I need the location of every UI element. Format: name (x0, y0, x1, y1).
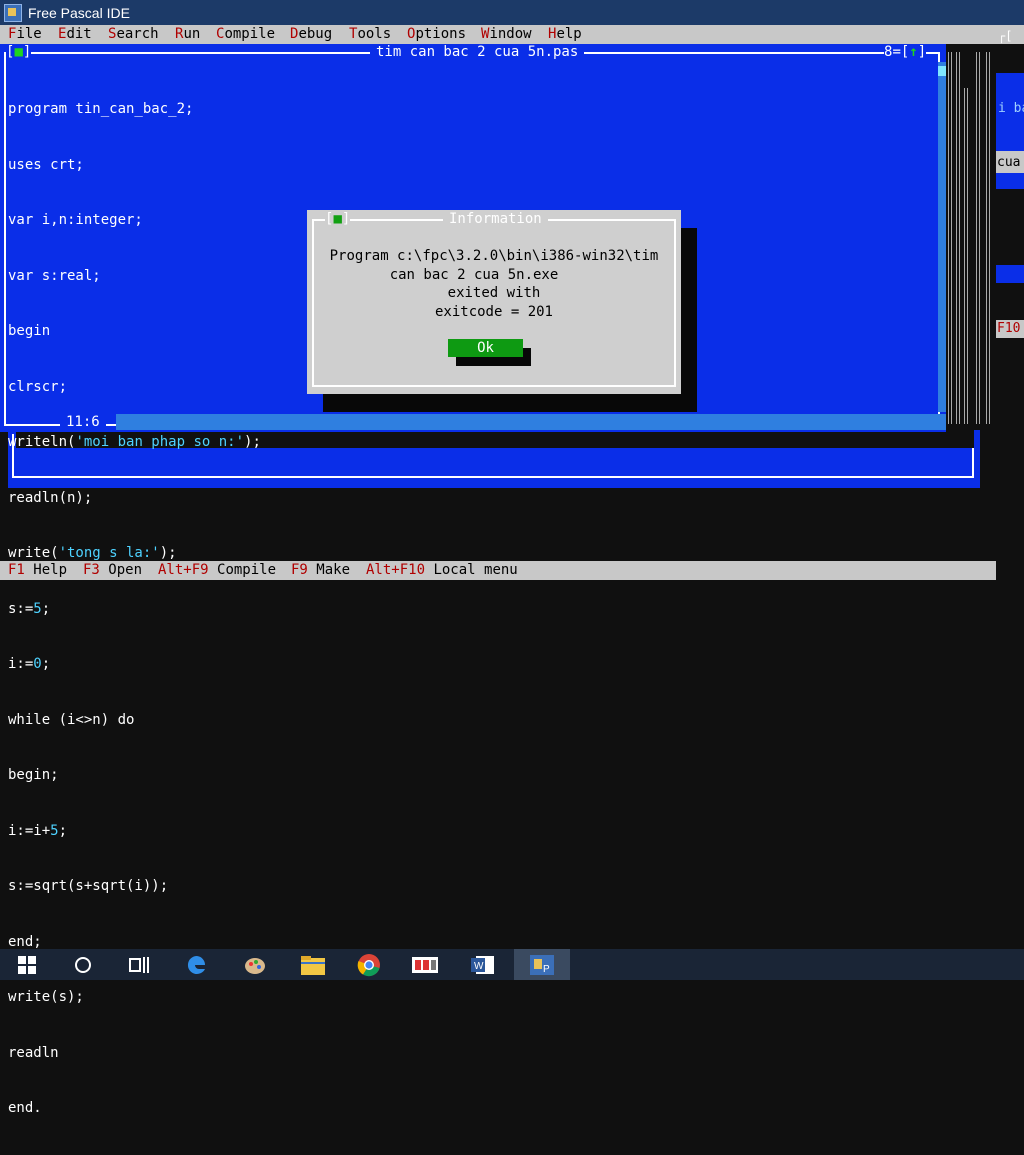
code-line: var s:real; (8, 267, 101, 284)
free-pascal-app-icon (4, 3, 22, 22)
cursor-position: 11:6 (60, 414, 106, 430)
free-pascal-icon[interactable]: P (514, 949, 570, 980)
file-explorer-icon[interactable] (290, 949, 336, 980)
code-line: s:=sqrt(s+sqrt(i)); (8, 878, 169, 894)
svg-text:W: W (474, 961, 484, 972)
dialog-close-button[interactable]: [■] (325, 211, 351, 227)
code-line: var i,n:integer; (8, 212, 143, 228)
menu-compile[interactable]: Compile (216, 26, 275, 42)
dialog-message-line: Program c:\fpc\3.2.0\bin\i386-win32\tim (329, 248, 659, 264)
code-line: while (i<>n) do (8, 711, 135, 728)
code-line: s:=5; (8, 600, 51, 617)
svg-text:P: P (543, 964, 550, 975)
editor-horizontal-scrollbar[interactable] (116, 414, 946, 430)
code-line: readln(n); (8, 489, 93, 506)
window-title: Free Pascal IDE (28, 4, 130, 21)
status-make[interactable]: F9 Make (291, 562, 350, 578)
paint-icon[interactable] (232, 949, 278, 980)
code-line: begin; (8, 767, 59, 783)
ok-button[interactable]: Ok (448, 339, 523, 357)
code-line: i:=0; (8, 656, 51, 672)
zoom-arrow-icon: ↑ (909, 44, 918, 60)
information-dialog: [■] Information Program c:\fpc\3.2.0\bin… (307, 210, 681, 394)
background-window-edge: ┌[ i ba cua F10 (996, 25, 1024, 555)
editor-vertical-scrollbar[interactable] (938, 62, 946, 412)
code-editor[interactable]: program tin_can_bac_2; uses crt; var i,n… (8, 63, 261, 1155)
code-line: clrscr; (8, 378, 68, 395)
code-line: writeln('moi ban phap so n:'); (8, 434, 261, 450)
code-line: program tin_can_bac_2; (8, 101, 194, 117)
code-line: begin (8, 323, 51, 339)
edge-icon[interactable] (174, 949, 220, 980)
scroll-thumb[interactable] (938, 66, 946, 76)
dialog-message-line: can bac 2 cua 5n.exe (389, 267, 559, 283)
code-line: write('tong s la:'); (8, 545, 177, 561)
menu-debug[interactable]: Debug (290, 26, 332, 42)
code-line: end. (8, 1100, 42, 1116)
menu-window[interactable]: Window (481, 26, 532, 42)
cortana-search-icon[interactable] (60, 949, 106, 980)
editor-window-number[interactable]: 8=[↑] (884, 44, 927, 60)
status-compile[interactable]: Alt+F9 Compile (158, 562, 276, 578)
status-local-menu[interactable]: Alt+F10 Local menu (366, 562, 518, 578)
dialog-message-line: exited with (447, 285, 541, 301)
media-app-icon[interactable] (402, 949, 448, 980)
menu-run[interactable]: Run (175, 26, 200, 42)
editor-title: tim can bac 2 cua 5n.pas (370, 44, 585, 60)
edge-text-2: cua (997, 155, 1021, 170)
word-icon[interactable]: W (460, 949, 506, 980)
code-line: uses crt; (8, 156, 84, 173)
editor-close-button[interactable]: [■] (6, 44, 32, 60)
menu-edit[interactable]: Edit (58, 26, 92, 42)
edge-text-3: F10 (997, 321, 1021, 336)
status-bar: F1 Help F3 Open Alt+F9 Compile F9 Make A… (0, 561, 996, 580)
menu-file[interactable]: File (8, 26, 42, 42)
window-titlebar: Free Pascal IDE (0, 0, 1024, 25)
windows-start-icon[interactable] (4, 949, 50, 980)
task-view-icon[interactable] (116, 949, 162, 980)
edge-frame-marker: ┌[ (998, 29, 1013, 43)
stacked-window-borders (946, 52, 996, 424)
status-help[interactable]: F1 Help (8, 562, 67, 578)
menu-help[interactable]: Help (548, 26, 582, 42)
menu-tools[interactable]: Tools (349, 26, 391, 42)
edge-text-1: i ba (998, 101, 1024, 116)
code-line: write(s); (8, 989, 84, 1005)
menu-options[interactable]: Options (407, 26, 466, 42)
menu-bar: File Edit Search Run Compile Debug Tools… (0, 25, 996, 44)
dialog-title: Information (443, 211, 548, 227)
chrome-icon[interactable] (346, 949, 392, 980)
status-open[interactable]: F3 Open (83, 562, 142, 578)
code-line: i:=i+5; (8, 822, 68, 839)
dialog-message-line: exitcode = 201 (434, 304, 553, 320)
windows-taskbar: W P (0, 949, 1024, 980)
code-line: readln (8, 1044, 59, 1061)
menu-search[interactable]: Search (108, 26, 159, 42)
